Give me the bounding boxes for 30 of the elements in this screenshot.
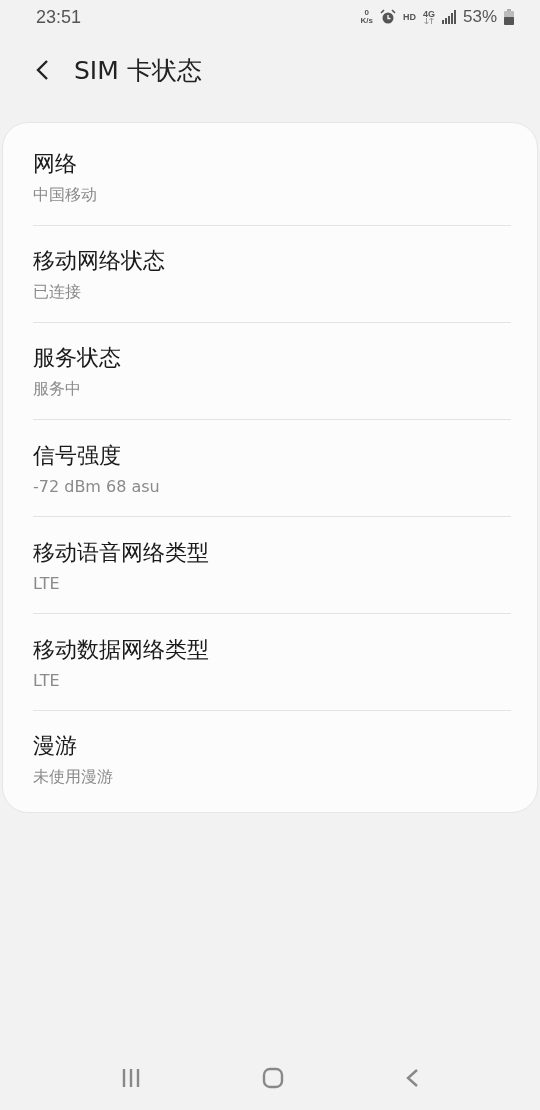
setting-title: 服务状态 (33, 343, 121, 372)
setting-title: 网络 (33, 149, 77, 178)
hd-indicator: HD (402, 12, 416, 22)
setting-title: 漫游 (33, 732, 77, 760)
setting-title: 信号强度 (33, 441, 121, 470)
setting-value: 已连接 (33, 281, 81, 303)
setting-value: 中国移动 (33, 184, 97, 206)
battery-icon (504, 9, 514, 25)
three-lines-icon (120, 1068, 141, 1088)
back-nav-button[interactable] (405, 1068, 420, 1088)
alarm-clock-icon (379, 9, 396, 25)
data-arrows-icon (423, 18, 434, 24)
home-button[interactable] (262, 1067, 284, 1089)
signal-icon (441, 10, 456, 24)
setting-title: 移动语音网络类型 (33, 538, 209, 567)
setting-title: 移动数据网络类型 (33, 635, 209, 664)
setting-value: LTE (33, 670, 60, 690)
setting-value: -72 dBm 68 asu (33, 476, 160, 496)
battery-percentage: 53% (462, 7, 497, 27)
setting-value: LTE (33, 573, 60, 593)
network-speed-unit: K/s (360, 17, 373, 25)
setting-value: 未使用漫游 (33, 767, 113, 788)
status-time: 23:51 (36, 6, 82, 28)
setting-title: 移动网络状态 (33, 246, 165, 275)
page-title: SIM 卡状态 (74, 54, 202, 87)
recent-apps-button[interactable] (120, 1068, 141, 1088)
setting-value: 服务中 (33, 378, 81, 400)
rounded-square-icon (262, 1067, 284, 1089)
network-speed-value: 0 (364, 9, 369, 17)
network-type: 4G (422, 10, 435, 18)
